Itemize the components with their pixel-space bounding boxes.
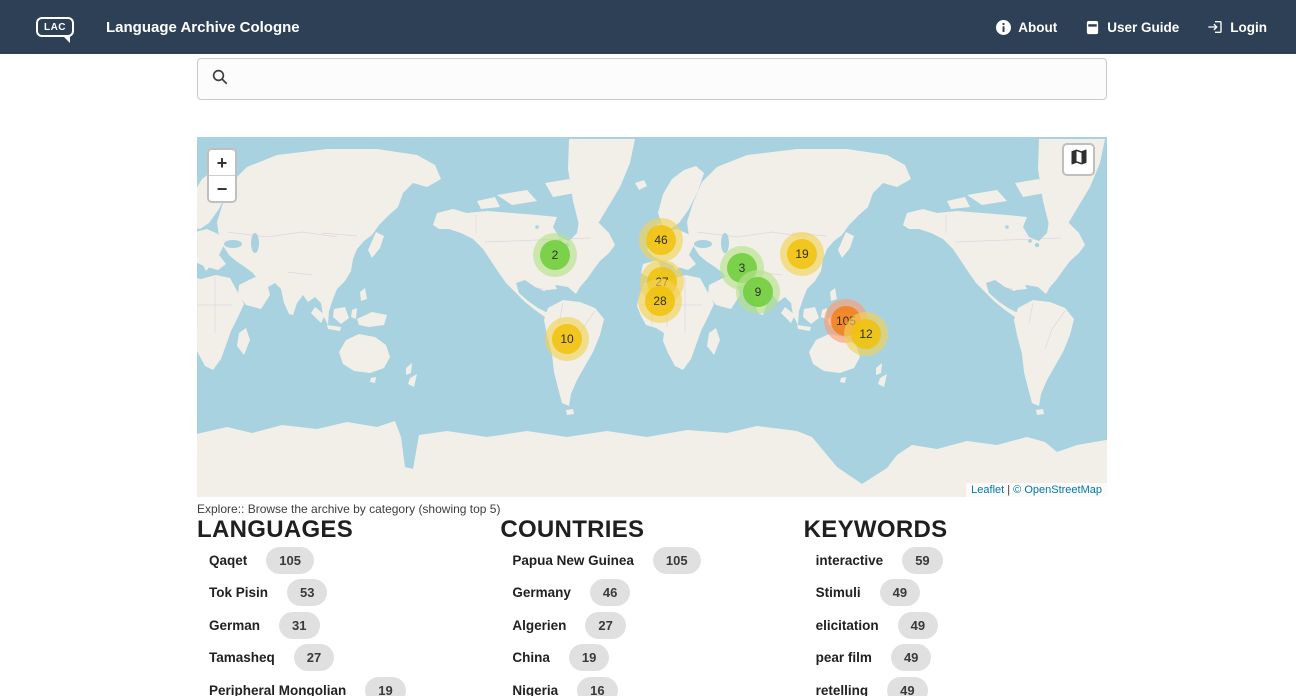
map-container[interactable]: 246193272891010512 + − Leaflet | © OpenS… [197,137,1107,497]
map-cluster-46[interactable]: 46 [639,218,683,262]
category-item-label: Germany [512,585,571,600]
category-item-count: 49 [880,579,920,606]
category-item[interactable]: Nigeria 16 [512,677,803,696]
map-cluster-10[interactable]: 10 [545,317,589,361]
category-item[interactable]: Algerien 27 [512,612,803,639]
category-item-label: Tamasheq [209,650,275,665]
cluster-count: 28 [645,286,675,316]
category-item-label: Tok Pisin [209,585,268,600]
category-item-label: Stimuli [816,585,861,600]
category-item[interactable]: retelling 49 [816,677,1107,696]
info-icon [996,20,1011,35]
category-item[interactable]: Qaqet 105 [209,547,500,574]
category-item-count: 59 [902,547,942,574]
map-cluster-28[interactable]: 28 [638,279,682,323]
cluster-count: 10 [552,324,582,354]
cluster-count: 9 [743,277,773,307]
map-cluster-19[interactable]: 19 [780,232,824,276]
category-item-count: 53 [287,579,327,606]
zoom-in-button[interactable]: + [209,150,235,175]
category-item[interactable]: German 31 [209,612,500,639]
category-item-count: 31 [279,612,319,639]
map-attribution: Leaflet | © OpenStreetMap [966,483,1107,497]
category-item[interactable]: interactive 59 [816,547,1107,574]
nav-label-user-guide: User Guide [1107,20,1179,35]
category-item[interactable]: Tamasheq 27 [209,644,500,671]
category-column-countries: COUNTRIES Papua New Guinea 105 Germany 46 Alg… [500,516,803,696]
category-item-count: 49 [898,612,938,639]
category-item-label: Qaqet [209,553,247,568]
lac-logo[interactable]: LAC [36,17,74,37]
cluster-count: 19 [787,239,817,269]
explore-intro: Explore:: Browse the archive by category… [197,502,1107,516]
category-item[interactable]: Tok Pisin 53 [209,579,500,606]
category-column-languages: LANGUAGES Qaqet 105 Tok Pisin 53 German 31 Tama… [197,516,500,696]
category-item-label: German [209,618,260,633]
book-icon [1085,20,1100,35]
lac-logo-text: LAC [44,22,66,33]
category-list: interactive59Stimuli49elicitation49pear … [804,547,1107,696]
category-item-count: 27 [585,612,625,639]
category-item[interactable]: Stimuli 49 [816,579,1107,606]
category-item[interactable]: Germany 46 [512,579,803,606]
category-item-label: Nigeria [512,683,558,696]
layers-button[interactable] [1062,143,1095,176]
app-title: Language Archive Cologne [106,19,300,36]
category-item[interactable]: pear film 49 [816,644,1107,671]
category-item-label: Peripheral Mongolian [209,683,346,696]
category-item-count: 46 [590,579,630,606]
login-icon [1207,19,1223,35]
app-header: LAC Language Archive Cologne About User … [0,0,1296,54]
category-item-count: 27 [294,644,334,671]
nav-label-about: About [1018,20,1057,35]
map-cluster-2[interactable]: 2 [533,233,577,277]
search-icon [211,68,229,91]
map-cluster-12[interactable]: 12 [844,312,888,356]
category-list: Papua New Guinea 105 Germany 46 Algerien 27 Ch… [500,547,803,696]
explore-columns: LANGUAGES Qaqet 105 Tok Pisin 53 German 31 Tama… [197,516,1107,696]
category-item-count: 16 [577,677,617,696]
category-column-title: COUNTRIES [500,517,803,543]
category-item-label: China [512,650,550,665]
map-layers-icon [1069,147,1089,172]
category-item[interactable]: elicitation 49 [816,612,1107,639]
nav-label-login: Login [1230,20,1267,35]
category-item-label: retelling [816,683,869,696]
cluster-count: 46 [646,225,676,255]
category-column-keywords: KEYWORDSinteractive59Stimuli49elicitatio… [804,516,1107,696]
nav-item-about[interactable]: About [996,19,1057,35]
nav-item-user-guide[interactable]: User Guide [1085,19,1179,35]
header-nav: About User Guide Login [996,19,1267,35]
category-item-count: 105 [266,547,314,574]
explore-section: Explore:: Browse the archive by category… [197,502,1107,696]
category-item-label: Papua New Guinea [512,553,634,568]
category-item[interactable]: Peripheral Mongolian 19 [209,677,500,696]
category-item-label: interactive [816,553,884,568]
category-item-label: pear film [816,650,872,665]
attribution-separator: | [1007,484,1010,496]
category-item-count: 19 [365,677,405,696]
cluster-layer: 246193272891010512 [197,137,1107,497]
cluster-count: 2 [540,240,570,270]
zoom-out-button[interactable]: − [209,176,235,201]
category-item[interactable]: China 19 [512,644,803,671]
map-cluster-9[interactable]: 9 [736,270,780,314]
category-column-title: KEYWORDS [804,517,1107,543]
category-item-count: 19 [569,644,609,671]
category-item[interactable]: Papua New Guinea 105 [512,547,803,574]
category-column-title: LANGUAGES [197,517,500,543]
category-item-label: elicitation [816,618,879,633]
openstreetmap-link[interactable]: © OpenStreetMap [1013,484,1102,496]
category-item-count: 49 [887,677,927,696]
map-zoom-control: + − [207,148,237,203]
category-list: Qaqet 105 Tok Pisin 53 German 31 Tamasheq 27 Per… [197,547,500,696]
cluster-count: 12 [851,319,881,349]
category-item-count: 105 [653,547,701,574]
category-item-label: Algerien [512,618,566,633]
leaflet-link[interactable]: Leaflet [971,484,1004,496]
search-input[interactable] [239,71,1093,87]
nav-item-login[interactable]: Login [1207,19,1267,35]
category-item-count: 49 [891,644,931,671]
search-bar[interactable] [197,58,1107,100]
